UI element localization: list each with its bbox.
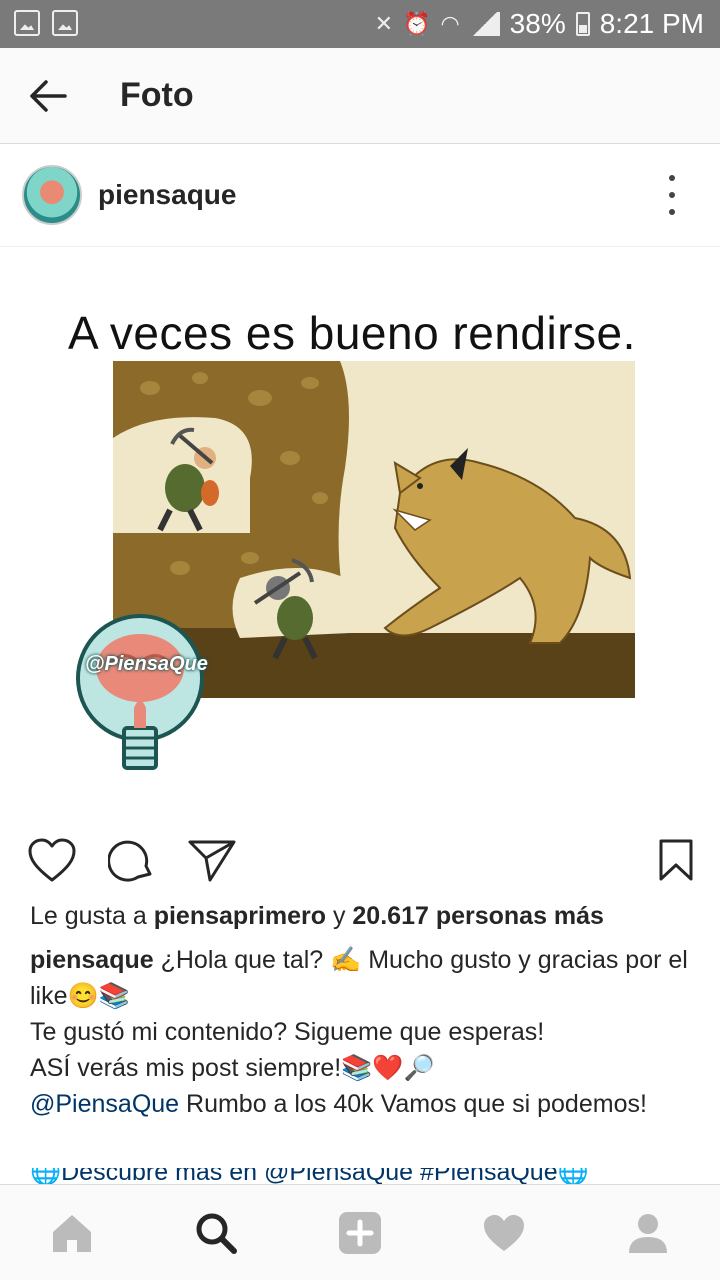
send-icon xyxy=(188,840,236,882)
likes-summary[interactable]: Le gusta a piensaprimero y 20.617 person… xyxy=(30,902,604,931)
nav-add-button[interactable] xyxy=(334,1207,386,1259)
app-bar: Foto xyxy=(0,48,720,144)
nav-search-button[interactable] xyxy=(190,1207,242,1259)
search-icon xyxy=(196,1213,237,1254)
comment-icon xyxy=(108,840,152,882)
meme-illustration xyxy=(76,361,635,770)
post-caption: piensaque ¿Hola que tal? ✍ Mucho gusto y… xyxy=(30,942,690,1122)
post-image[interactable]: A veces es bueno rendirse. @PiensaQue xyxy=(0,248,720,818)
post-actions xyxy=(0,820,720,900)
more-dot xyxy=(669,192,675,198)
wifi-icon: ◠ xyxy=(440,11,460,36)
post-header: piensaque xyxy=(0,145,720,247)
bottom-nav xyxy=(0,1184,720,1280)
status-system: ✕ ⏰ ◠ 38% 8:21 PM xyxy=(375,0,704,48)
likes-middle: y xyxy=(326,902,353,930)
heart-icon xyxy=(28,838,76,882)
gallery-notification-icon xyxy=(14,10,40,36)
like-button[interactable] xyxy=(26,834,78,886)
clock: 8:21 PM xyxy=(599,8,704,39)
likes-count[interactable]: 20.617 personas más xyxy=(352,902,604,930)
recycle-notification-icon xyxy=(52,10,78,36)
battery-percent: 38% xyxy=(509,8,566,39)
profile-icon xyxy=(629,1214,667,1253)
nav-profile-button[interactable] xyxy=(622,1207,674,1259)
caption-cutoff: 🌐Descubre mas en @PiensaQue #PiensaQue🌐 xyxy=(0,1168,720,1184)
caption-line-5[interactable]: 🌐Descubre mas en @PiensaQue #PiensaQue🌐 xyxy=(30,1168,589,1184)
home-icon xyxy=(53,1215,91,1252)
share-button[interactable] xyxy=(186,834,238,886)
post-username[interactable]: piensaque xyxy=(98,179,236,211)
caption-line-3: ASÍ verás mis post siempre!📚❤️🔎 xyxy=(30,1054,435,1082)
mute-icon: ✕ xyxy=(374,11,394,36)
battery-icon xyxy=(575,12,590,36)
bookmark-icon xyxy=(659,839,693,881)
page-title: Foto xyxy=(120,76,194,114)
caption-username[interactable]: piensaque xyxy=(30,946,154,974)
more-dot xyxy=(669,209,675,215)
status-notifications xyxy=(14,10,78,36)
caption-line-4: Rumbo a los 40k Vamos que si podemos! xyxy=(179,1090,647,1118)
watermark-text: @PiensaQue xyxy=(85,653,208,675)
signal-icon xyxy=(469,12,500,36)
comment-button[interactable] xyxy=(106,834,158,886)
alarm-icon: ⏰ xyxy=(403,11,431,36)
back-button[interactable] xyxy=(22,72,74,120)
add-icon xyxy=(339,1212,381,1254)
caption-mention[interactable]: @PiensaQue xyxy=(30,1090,179,1118)
arrow-left-icon xyxy=(30,80,67,112)
likes-prefix: Le gusta a xyxy=(30,902,154,930)
more-vertical-icon xyxy=(669,175,675,181)
status-bar: ✕ ⏰ ◠ 38% 8:21 PM xyxy=(0,0,720,48)
avatar[interactable] xyxy=(22,165,82,225)
caption-line-2: Te gustó mi contenido? Sigueme que esper… xyxy=(30,1018,545,1046)
nav-activity-button[interactable] xyxy=(478,1207,530,1259)
heart-icon xyxy=(484,1215,524,1251)
save-button[interactable] xyxy=(650,834,702,886)
liker-username[interactable]: piensaprimero xyxy=(154,902,326,930)
more-options-button[interactable] xyxy=(660,175,684,215)
nav-home-button[interactable] xyxy=(46,1207,98,1259)
